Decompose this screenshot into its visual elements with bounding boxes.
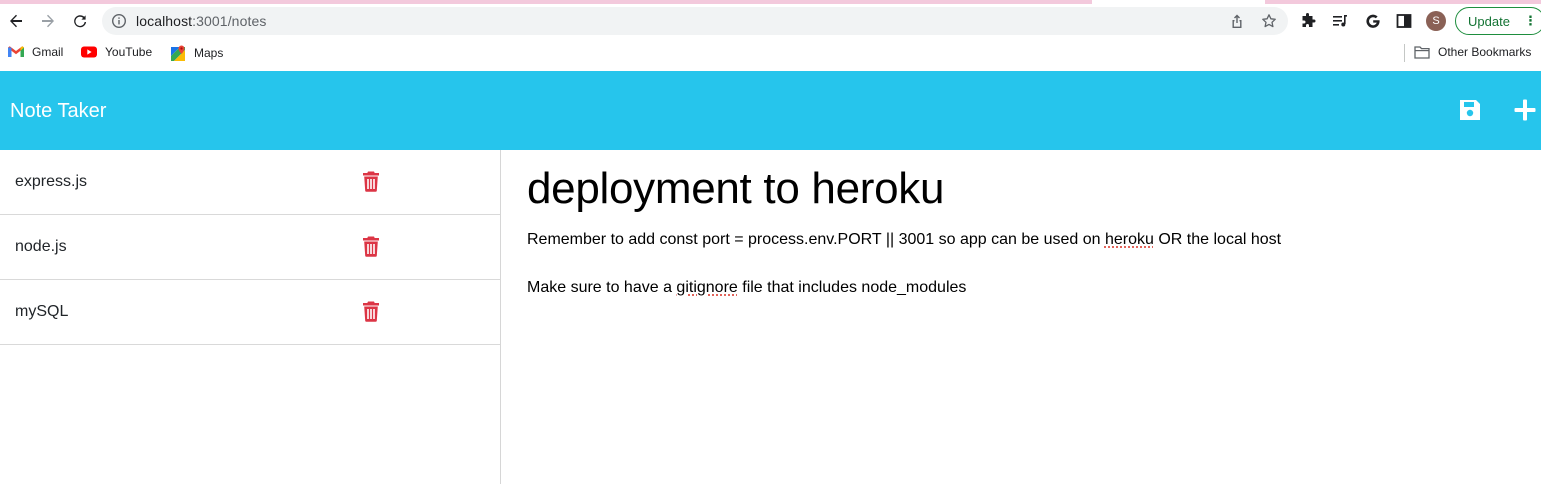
url-path: :3001/notes [192, 13, 267, 29]
info-icon[interactable] [111, 13, 127, 29]
url-host: localhost [136, 13, 193, 29]
bookmarks-divider [1404, 44, 1405, 62]
app-header: Note Taker [0, 71, 1541, 150]
note-text-segment: Remember to add const port = process.env… [527, 231, 1105, 248]
bookmark-label: Maps [194, 46, 224, 60]
bookmark-label: YouTube [105, 45, 153, 59]
reload-icon[interactable] [68, 9, 92, 33]
update-button[interactable]: Update ⋮ [1455, 7, 1541, 35]
avatar[interactable]: S [1426, 11, 1446, 31]
trash-icon[interactable] [362, 301, 380, 322]
trash-icon[interactable] [362, 236, 380, 257]
back-icon[interactable] [4, 9, 28, 33]
note-text-segment: Make sure to have a [527, 279, 677, 296]
sidepanel-icon[interactable] [1395, 12, 1413, 30]
star-icon[interactable] [1261, 13, 1277, 29]
google-icon[interactable] [1364, 12, 1382, 30]
note-text-segment: OR the local host [1153, 231, 1282, 248]
youtube-icon [81, 46, 97, 58]
puzzle-icon[interactable] [1299, 12, 1317, 30]
other-bookmarks-label: Other Bookmarks [1438, 45, 1532, 59]
misspelled-word: gitignore [676, 279, 738, 296]
bookmark-label: Gmail [32, 45, 64, 59]
browser-toolbar: localhost:3001/notes S Update ⋮ [0, 4, 1541, 38]
notes-list: express.js node.js mySQL [0, 150, 501, 484]
note-text-line-1[interactable]: Remember to add const port = process.env… [527, 231, 1281, 249]
list-item[interactable]: mySQL [0, 280, 500, 345]
note-title[interactable]: node.js [15, 238, 67, 256]
bookmark-youtube[interactable]: YouTube [81, 45, 152, 59]
note-editor: deployment to heroku Remember to add con… [501, 150, 1541, 484]
app-title[interactable]: Note Taker [10, 100, 106, 123]
maps-icon [171, 45, 185, 61]
forward-icon[interactable] [36, 9, 60, 33]
save-icon[interactable] [1458, 98, 1482, 122]
url-text[interactable]: localhost:3001/notes [136, 13, 266, 29]
misspelled-word: heroku [1104, 231, 1154, 248]
address-bar[interactable]: localhost:3001/notes [102, 7, 1288, 35]
folder-icon [1414, 46, 1430, 59]
playlist-icon[interactable] [1331, 12, 1349, 30]
avatar-letter: S [1432, 15, 1440, 27]
update-label: Update [1468, 13, 1510, 29]
bookmark-gmail[interactable]: Gmail [8, 45, 63, 59]
plus-icon[interactable] [1513, 98, 1537, 122]
bookmark-maps[interactable]: Maps [170, 45, 223, 61]
note-title[interactable]: mySQL [15, 303, 68, 321]
note-title[interactable]: express.js [15, 173, 87, 191]
note-text-line-2[interactable]: Make sure to have a gitignore file that … [527, 279, 966, 297]
kebab-icon[interactable]: ⋮ [1524, 13, 1537, 29]
share-icon[interactable] [1229, 13, 1245, 29]
list-item[interactable]: node.js [0, 215, 500, 280]
gmail-icon [8, 46, 24, 57]
note-text-segment: file that includes node_modules [737, 279, 967, 296]
trash-icon[interactable] [362, 171, 380, 192]
note-title-input[interactable]: deployment to heroku [527, 164, 944, 214]
list-item[interactable]: express.js [0, 150, 500, 215]
bookmarks-bar: Gmail YouTube Maps Other Bookmarks [0, 38, 1541, 71]
other-bookmarks[interactable]: Other Bookmarks [1414, 45, 1531, 59]
